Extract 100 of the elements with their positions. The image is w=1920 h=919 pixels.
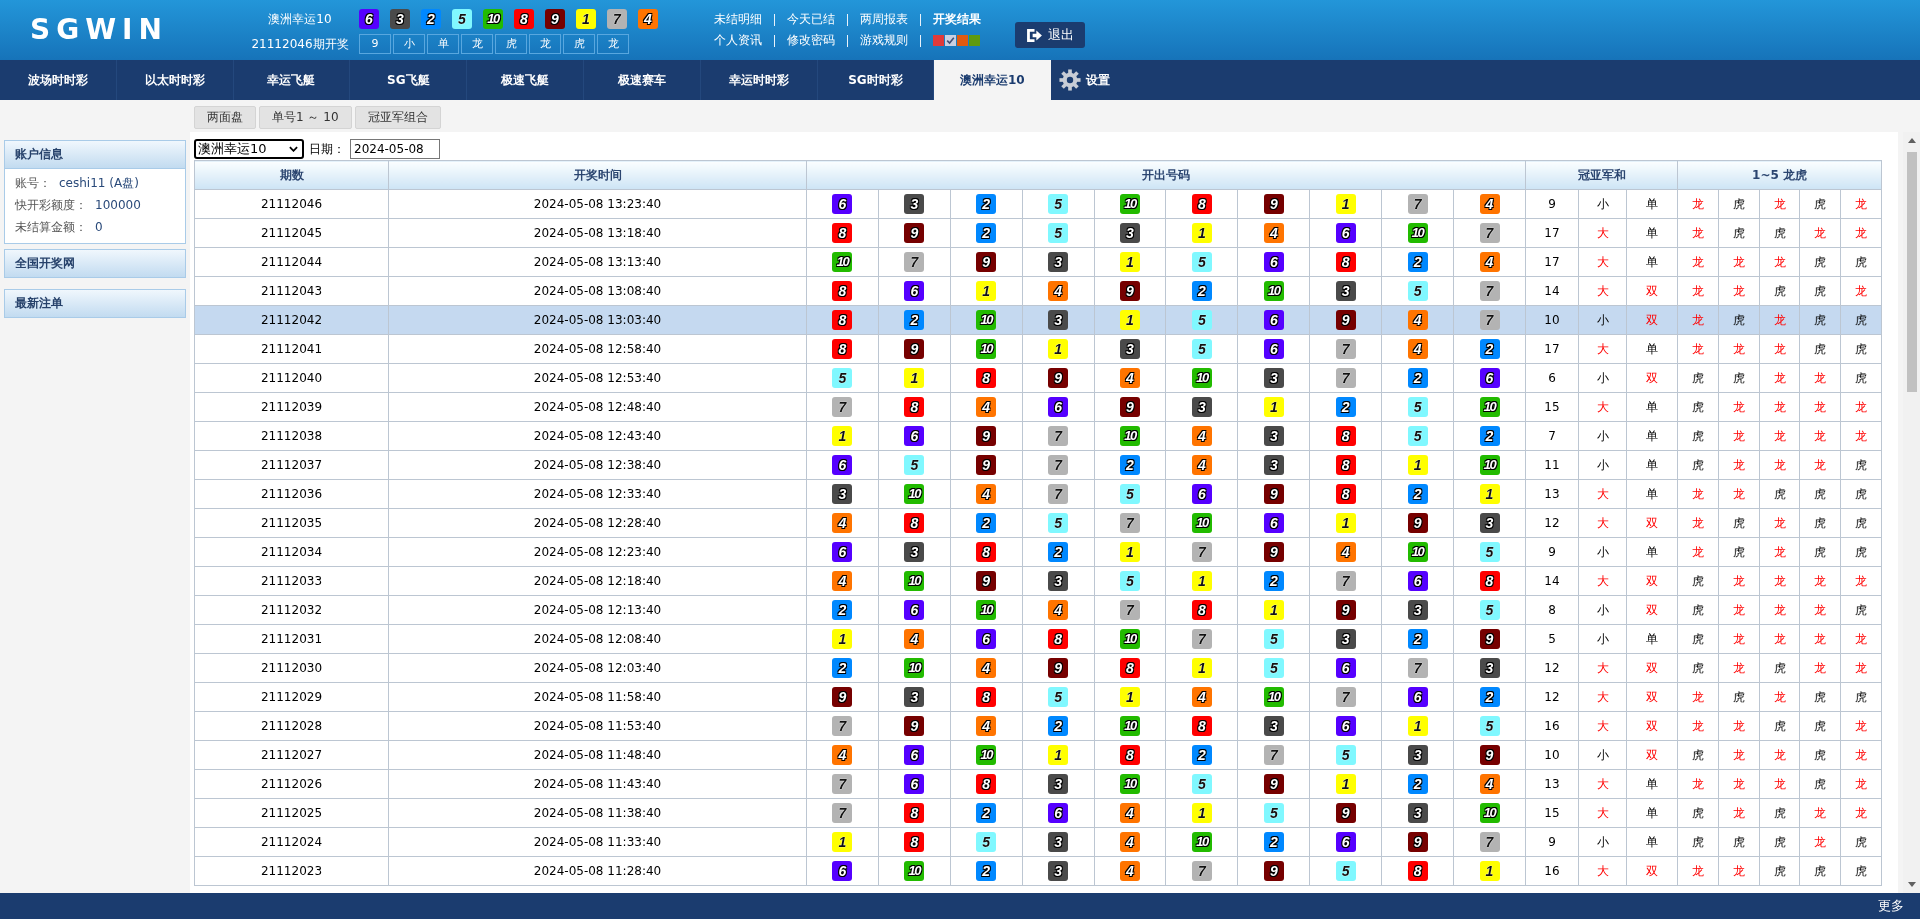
column-header: 开奖时间 bbox=[388, 160, 807, 190]
header-link[interactable]: 修改密码 bbox=[787, 33, 835, 48]
table-cell: 21112038 bbox=[194, 421, 389, 451]
table-cell: 9 bbox=[1525, 189, 1579, 219]
result-cell: 9 bbox=[359, 34, 391, 54]
table-cell: 5 bbox=[1525, 624, 1579, 654]
date-label: 日期： bbox=[309, 140, 345, 158]
table-cell: 龙 bbox=[1759, 305, 1800, 335]
table-cell: 虎 bbox=[1677, 827, 1719, 857]
nav-tab[interactable]: 幸运时时彩 bbox=[700, 60, 818, 100]
table-cell: 双 bbox=[1626, 363, 1678, 393]
table-cell: 虎 bbox=[1799, 334, 1841, 364]
table-cell: 龙 bbox=[1677, 537, 1719, 567]
nav-tab[interactable]: 澳洲幸运10 bbox=[934, 60, 1052, 100]
table-cell: 小 bbox=[1578, 421, 1627, 451]
table-cell: 2024-05-08 12:13:40 bbox=[388, 595, 807, 625]
panel-link[interactable]: 全国开奖网 bbox=[4, 249, 186, 278]
game-name: 澳洲幸运10 bbox=[268, 11, 332, 27]
table-cell: 2024-05-08 11:48:40 bbox=[388, 740, 807, 770]
table-cell: 小 bbox=[1578, 450, 1627, 480]
table-cell: 2024-05-08 12:48:40 bbox=[388, 392, 807, 422]
table-cell: 21112045 bbox=[194, 218, 389, 248]
table-cell: 虎 bbox=[1718, 827, 1760, 857]
table-cell: 大 bbox=[1578, 566, 1627, 596]
table-cell: 大 bbox=[1578, 856, 1627, 886]
panel-title: 账户信息 bbox=[5, 141, 185, 168]
sub-tab[interactable]: 冠亚军组合 bbox=[354, 106, 441, 129]
table-cell: 21112034 bbox=[194, 537, 389, 567]
table-cell: 大 bbox=[1578, 334, 1627, 364]
table-cell: 虎 bbox=[1718, 189, 1760, 219]
table-cell: 龙 bbox=[1799, 566, 1841, 596]
swatch-icon[interactable] bbox=[945, 35, 956, 46]
table-cell: 龙 bbox=[1840, 740, 1882, 770]
table-cell: 虎 bbox=[1718, 363, 1760, 393]
swatch-icon[interactable] bbox=[957, 35, 968, 46]
nav-tab[interactable]: 极速飞艇 bbox=[467, 60, 584, 100]
table-cell: 17 bbox=[1525, 218, 1579, 248]
table-cell: 虎 bbox=[1840, 856, 1882, 886]
table-cell: 21112037 bbox=[194, 450, 389, 480]
table-cell: 单 bbox=[1626, 421, 1678, 451]
table-cell: 龙 bbox=[1840, 566, 1882, 596]
table-cell: 小 bbox=[1578, 595, 1627, 625]
arrow-up-icon[interactable] bbox=[1907, 138, 1916, 143]
arrow-down-icon[interactable] bbox=[1907, 882, 1916, 887]
table-cell: 单 bbox=[1626, 247, 1678, 277]
sub-tab[interactable]: 两面盘 bbox=[194, 106, 256, 129]
table-cell: 龙 bbox=[1718, 740, 1760, 770]
table-cell: 2024-05-08 12:33:40 bbox=[388, 479, 807, 509]
date-field[interactable]: 2024-05-08 bbox=[350, 139, 440, 159]
table-cell: 21112040 bbox=[194, 363, 389, 393]
table-cell: 双 bbox=[1626, 856, 1678, 886]
header-link[interactable]: 个人资讯 bbox=[714, 33, 762, 48]
table-cell: 双 bbox=[1626, 740, 1678, 770]
table-cell: 双 bbox=[1626, 711, 1678, 741]
table-cell: 虎 bbox=[1840, 479, 1882, 509]
field-label: 快开彩额度： bbox=[15, 196, 87, 214]
table-cell: 单 bbox=[1626, 769, 1678, 799]
table-cell: 龙 bbox=[1677, 856, 1719, 886]
header-link[interactable]: 今天已结 bbox=[787, 12, 835, 27]
table-cell: 龙 bbox=[1759, 769, 1800, 799]
table-cell: 21112024 bbox=[194, 827, 389, 857]
table-cell: 龙 bbox=[1677, 508, 1719, 538]
swatch-icon[interactable] bbox=[933, 35, 944, 46]
table-cell: 8 bbox=[1525, 595, 1579, 625]
logout-button[interactable]: 退出 bbox=[1015, 22, 1085, 48]
header-link[interactable]: 游戏规则 bbox=[860, 33, 908, 48]
sub-tab[interactable]: 单号1 ～ 10 bbox=[259, 106, 352, 129]
settings-tab[interactable]: 设置 bbox=[1051, 60, 1119, 100]
game-select[interactable]: 澳洲幸运10 bbox=[194, 139, 304, 159]
table-cell: 21112033 bbox=[194, 566, 389, 596]
table-cell: 龙 bbox=[1718, 479, 1760, 509]
header-link[interactable]: 开奖结果 bbox=[933, 12, 981, 27]
table-cell: 21112044 bbox=[194, 247, 389, 277]
field-value: 100000 bbox=[95, 198, 141, 212]
table-cell: 虎 bbox=[1677, 392, 1719, 422]
nav-tab[interactable]: SG飞艇 bbox=[350, 60, 468, 100]
table-cell: 大 bbox=[1578, 247, 1627, 277]
field-value: ceshi11 (A盘) bbox=[59, 174, 139, 192]
table-cell: 21112027 bbox=[194, 740, 389, 770]
nav-tab[interactable]: 以太时时彩 bbox=[116, 60, 234, 100]
table-cell: 虎 bbox=[1718, 305, 1760, 335]
table-cell: 虎 bbox=[1677, 363, 1719, 393]
nav-tab[interactable]: 波场时时彩 bbox=[0, 60, 117, 100]
table-cell: 15 bbox=[1525, 392, 1579, 422]
table-cell: 小 bbox=[1578, 305, 1627, 335]
table-cell: 龙 bbox=[1759, 247, 1800, 277]
table-cell: 虎 bbox=[1840, 682, 1882, 712]
scrollbar-thumb[interactable] bbox=[1906, 152, 1917, 392]
table-cell: 虎 bbox=[1759, 856, 1800, 886]
header-link[interactable]: 未结明细 bbox=[714, 12, 762, 27]
more-link[interactable]: 更多 bbox=[1878, 897, 1904, 915]
header-link[interactable]: 两周报表 bbox=[860, 12, 908, 27]
table-cell: 双 bbox=[1626, 305, 1678, 335]
panel-link[interactable]: 最新注单 bbox=[4, 289, 186, 318]
table-cell: 虎 bbox=[1759, 653, 1800, 683]
table-cell: 小 bbox=[1578, 189, 1627, 219]
nav-tab[interactable]: 幸运飞艇 bbox=[233, 60, 351, 100]
table-cell: 21112039 bbox=[194, 392, 389, 422]
swatch-icon[interactable] bbox=[969, 35, 980, 46]
nav-tab[interactable]: 极速赛车 bbox=[584, 60, 701, 100]
